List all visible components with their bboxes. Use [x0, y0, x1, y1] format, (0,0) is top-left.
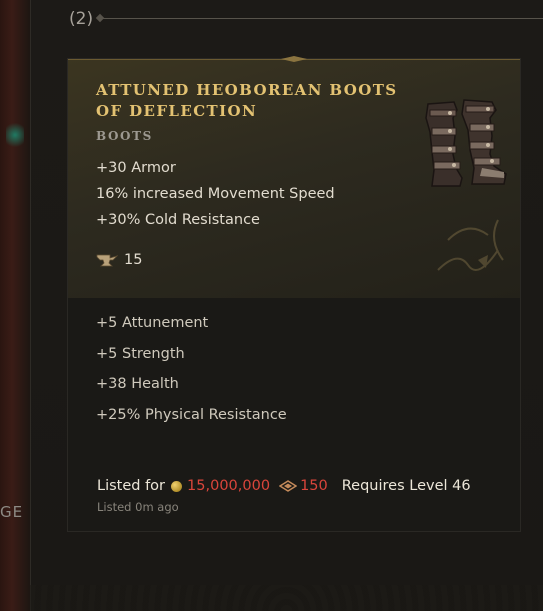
listed-time: Listed 0m ago — [97, 500, 179, 514]
forging-potential: 15 — [96, 252, 142, 268]
header-divider — [100, 18, 543, 19]
implicit-stat: +30% Cold Resistance — [96, 212, 260, 228]
result-count: (2) — [69, 9, 94, 29]
listing-price-row: Listed for 15,000,000 150 Requires Level… — [97, 478, 471, 494]
item-listing-card[interactable]: ATTUNED HEOBOREAN BOOTS OF DEFLECTION BO… — [67, 56, 521, 532]
affix-line: +38 Health — [96, 376, 179, 392]
anvil-icon — [96, 254, 118, 267]
level-requirement: Requires Level 46 — [341, 478, 471, 494]
background-scene-strip: GE — [0, 0, 30, 611]
implicit-stat: 16% increased Movement Speed — [96, 186, 335, 202]
affix-line: +25% Physical Resistance — [96, 407, 287, 423]
scene-glint — [6, 120, 24, 150]
forging-potential-value: 15 — [124, 252, 143, 268]
boots-icon — [425, 99, 507, 187]
favor-icon — [279, 480, 298, 492]
listed-for-label: Listed for — [97, 478, 166, 494]
affix-line: +5 Attunement — [96, 315, 209, 331]
affix-line: +5 Strength — [96, 346, 185, 362]
item-type: BOOTS — [96, 129, 153, 143]
ornament-deco — [437, 219, 504, 271]
cutoff-label: GE — [0, 503, 24, 521]
favor-cost: 150 — [300, 478, 328, 494]
gold-coin-icon — [171, 480, 183, 492]
item-tooltip-header: ATTUNED HEOBOREAN BOOTS OF DEFLECTION BO… — [68, 56, 520, 298]
listing-price: 15,000,000 — [187, 478, 271, 494]
implicit-stat: +30 Armor — [96, 160, 176, 176]
bottom-ornament — [30, 585, 543, 611]
item-name: ATTUNED HEOBOREAN BOOTS OF DEFLECTION — [96, 81, 398, 120]
